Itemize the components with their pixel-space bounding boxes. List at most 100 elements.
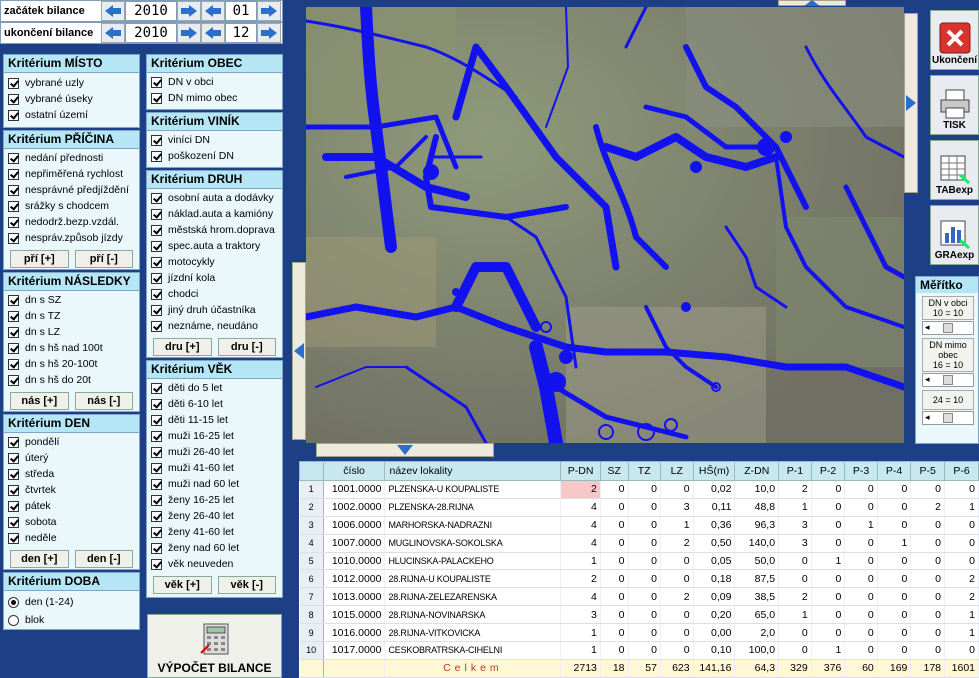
checkbox-row[interactable]: vybrané uzly bbox=[4, 75, 139, 91]
checkbox[interactable] bbox=[8, 216, 19, 228]
checkbox-row[interactable]: ženy 16-25 let bbox=[147, 492, 282, 508]
table-cell[interactable]: 140,0 bbox=[734, 534, 780, 553]
table-cell[interactable]: 1015.0000 bbox=[323, 605, 386, 625]
checkbox[interactable] bbox=[8, 436, 19, 448]
checkbox-row[interactable]: pondělí bbox=[4, 434, 139, 450]
table-cell[interactable]: 2 bbox=[944, 569, 979, 589]
scale-slider-third[interactable]: ◂ bbox=[922, 411, 974, 425]
scale-slider-dn-out[interactable]: ◂ bbox=[922, 373, 974, 387]
table-cell[interactable]: 2 bbox=[560, 569, 601, 589]
radio-row[interactable]: blok bbox=[4, 611, 139, 629]
table-cell[interactable]: 87,5 bbox=[734, 569, 780, 589]
checkbox[interactable] bbox=[151, 134, 162, 146]
checkbox-row[interactable]: náklad.auta a kamióny bbox=[147, 206, 282, 222]
table-cell[interactable]: 0 bbox=[628, 480, 661, 499]
table-cell[interactable]: 50,0 bbox=[734, 552, 780, 571]
checkbox-row[interactable]: neděle bbox=[4, 530, 139, 546]
table-row[interactable]: 2 1002.0000 PLZENSKA-28.RIJNA 4 0 0 3 0,11 48,8 1… bbox=[299, 498, 979, 517]
map-pan-down-button[interactable] bbox=[316, 443, 494, 457]
checkbox[interactable] bbox=[151, 76, 162, 88]
checkbox[interactable] bbox=[8, 532, 19, 544]
checkbox[interactable] bbox=[8, 152, 19, 164]
table-cell[interactable]: 0 bbox=[811, 498, 846, 517]
column-header[interactable]: TZ bbox=[627, 461, 661, 481]
nasledky-add-button[interactable]: nás [+] bbox=[10, 392, 69, 410]
table-row[interactable]: 5 1010.0000 HLUCINSKA-PALACKEHO 1 0 0 0 0,05 50,… bbox=[299, 552, 979, 571]
checkbox[interactable] bbox=[8, 109, 19, 121]
table-cell[interactable]: 96,3 bbox=[734, 516, 780, 535]
table-cell[interactable]: 0 bbox=[628, 516, 661, 535]
table-cell[interactable]: 0 bbox=[944, 480, 979, 499]
table-cell[interactable]: 0 bbox=[877, 498, 912, 517]
chevron-left-icon[interactable]: ◂ bbox=[925, 374, 930, 385]
checkbox[interactable] bbox=[151, 462, 162, 474]
checkbox[interactable] bbox=[151, 446, 162, 458]
table-cell[interactable]: 0 bbox=[844, 498, 878, 517]
checkbox-row[interactable]: viníci DN bbox=[147, 132, 282, 148]
end-year-next-button[interactable] bbox=[177, 23, 201, 43]
table-cell[interactable]: 2 bbox=[910, 498, 946, 517]
checkbox[interactable] bbox=[8, 342, 19, 354]
checkbox-row[interactable]: nedání přednosti bbox=[4, 150, 139, 166]
checkbox[interactable] bbox=[151, 320, 162, 332]
end-month-field[interactable]: 12 bbox=[225, 23, 257, 43]
checkbox-row[interactable]: nepřiměřená rychlost bbox=[4, 166, 139, 182]
table-cell[interactable]: 1007.0000 bbox=[323, 534, 386, 553]
table-cell[interactable]: 0 bbox=[778, 569, 812, 589]
table-cell[interactable]: 0 bbox=[877, 605, 912, 625]
table-cell[interactable]: 0 bbox=[600, 623, 629, 643]
checkbox-row[interactable]: dn s SZ bbox=[4, 292, 139, 308]
vek-remove-button[interactable]: věk [-] bbox=[217, 576, 276, 594]
checkbox[interactable] bbox=[8, 516, 19, 528]
checkbox[interactable] bbox=[151, 256, 162, 268]
checkbox-row[interactable]: muži 26-40 let bbox=[147, 444, 282, 460]
table-cell[interactable]: 0 bbox=[660, 623, 694, 643]
druh-add-button[interactable]: dru [+] bbox=[153, 338, 212, 356]
table-cell[interactable]: 0 bbox=[628, 605, 661, 625]
table-cell[interactable]: 0 bbox=[844, 480, 878, 499]
table-cell[interactable]: 0,09 bbox=[693, 587, 736, 607]
table-cell[interactable]: 3 bbox=[660, 498, 694, 517]
checkbox[interactable] bbox=[151, 494, 162, 506]
table-row[interactable]: 3 1006.0000 MARHORSKA-NADRAZNI 4 0 0 1 0,36 96,3… bbox=[299, 516, 979, 535]
checkbox-row[interactable]: spec.auta a traktory bbox=[147, 238, 282, 254]
checkbox-row[interactable]: ženy 26-40 let bbox=[147, 508, 282, 524]
nasledky-remove-button[interactable]: nás [-] bbox=[74, 392, 133, 410]
table-cell[interactable]: 0 bbox=[844, 552, 878, 571]
table-cell[interactable]: 0 bbox=[910, 587, 946, 607]
column-header[interactable]: P-1 bbox=[778, 461, 812, 481]
table-cell[interactable]: 3 bbox=[560, 605, 601, 625]
table-cell[interactable]: 1 bbox=[778, 498, 812, 517]
table-cell[interactable]: 0 bbox=[944, 552, 979, 571]
table-cell[interactable]: 0 bbox=[660, 569, 694, 589]
table-cell[interactable]: 0 bbox=[844, 623, 878, 643]
checkbox[interactable] bbox=[151, 288, 162, 300]
locality-name-cell[interactable]: 28.RIJNA-VITKOVICKA bbox=[384, 623, 562, 643]
table-cell[interactable]: 1 bbox=[844, 516, 878, 535]
table-cell[interactable]: 0 bbox=[910, 534, 946, 553]
checkbox[interactable] bbox=[151, 92, 162, 104]
table-cell[interactable]: 0 bbox=[910, 552, 946, 571]
checkbox[interactable] bbox=[8, 77, 19, 89]
chevron-left-icon[interactable]: ◂ bbox=[925, 322, 930, 333]
table-cell[interactable]: 0 bbox=[910, 569, 946, 589]
checkbox[interactable] bbox=[8, 93, 19, 105]
map-pan-left-button[interactable] bbox=[292, 262, 306, 440]
vek-add-button[interactable]: věk [+] bbox=[153, 576, 212, 594]
locality-name-cell[interactable]: 28.RIJNA-ZELEZARENSKA bbox=[384, 587, 562, 607]
checkbox[interactable] bbox=[8, 232, 19, 244]
table-cell[interactable]: 1 bbox=[560, 552, 601, 571]
table-cell[interactable]: 1 bbox=[944, 498, 979, 517]
checkbox[interactable] bbox=[151, 558, 162, 570]
map-pan-up-button[interactable] bbox=[778, 0, 846, 6]
table-cell[interactable]: 0 bbox=[844, 641, 878, 660]
table-cell[interactable]: 0 bbox=[877, 480, 912, 499]
pricina-remove-button[interactable]: pří [-] bbox=[74, 250, 133, 268]
start-year-prev-button[interactable] bbox=[101, 1, 125, 21]
checkbox[interactable] bbox=[8, 326, 19, 338]
table-cell[interactable]: 1 bbox=[811, 641, 846, 660]
table-cell[interactable]: 2 bbox=[660, 534, 694, 553]
checkbox[interactable] bbox=[151, 224, 162, 236]
checkbox[interactable] bbox=[8, 310, 19, 322]
table-cell[interactable]: 1 bbox=[778, 605, 812, 625]
